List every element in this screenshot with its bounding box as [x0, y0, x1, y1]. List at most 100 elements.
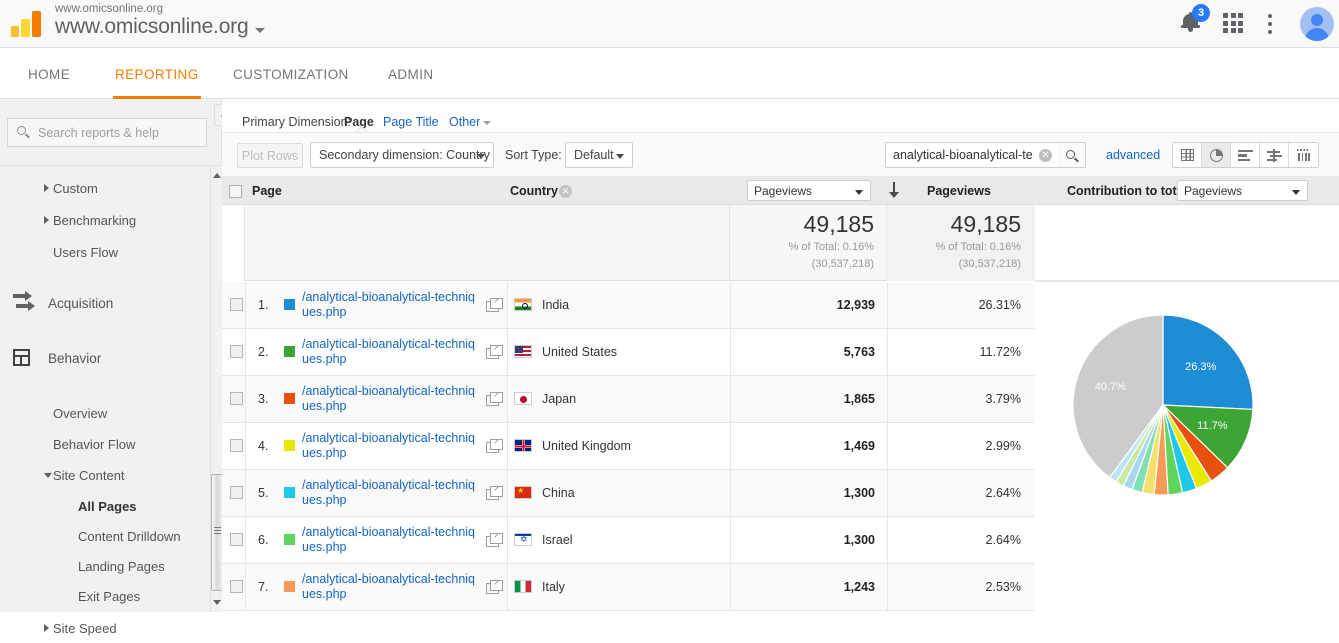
row-checkbox[interactable]: [230, 392, 243, 405]
contribution-metric-value: Pageviews: [1184, 184, 1243, 198]
row-checkbox[interactable]: [230, 580, 243, 593]
tab-admin[interactable]: ADMIN: [386, 48, 436, 99]
contribution-metric-dropdown[interactable]: Pageviews: [1177, 180, 1308, 201]
open-in-new-window-icon[interactable]: [486, 533, 503, 547]
more-options-icon[interactable]: [1268, 14, 1273, 34]
table-view-button[interactable]: [1173, 143, 1202, 167]
table-search-box[interactable]: ✕: [885, 142, 1058, 168]
secondary-dimension-dropdown[interactable]: Secondary dimension: Country: [310, 142, 494, 168]
sidebar-item-benchmarking[interactable]: Benchmarking: [0, 205, 208, 235]
page-path-link[interactable]: /analytical-bioanalytical-techniques.php: [302, 431, 480, 461]
sidebar-scroll-area: Custom Benchmarking Users Flow Acquisiti…: [0, 166, 222, 636]
primary-dimension-page-title[interactable]: Page Title: [383, 115, 439, 129]
sidebar-search[interactable]: [7, 118, 207, 147]
sidebar-item-overview[interactable]: Overview: [0, 398, 208, 428]
primary-dimension-other[interactable]: Other: [449, 115, 480, 129]
table-row[interactable]: 7. /analytical-bioanalytical-techniques.p…: [222, 564, 1035, 611]
tab-customization[interactable]: CUSTOMIZATION: [231, 48, 351, 99]
row-checkbox[interactable]: [230, 298, 243, 311]
behavior-icon: [13, 347, 35, 369]
table-search-input[interactable]: [886, 143, 1032, 167]
remove-secondary-dimension-icon[interactable]: ✕: [559, 185, 572, 198]
table-row[interactable]: 5. /analytical-bioanalytical-techniques.p…: [222, 470, 1035, 517]
apps-grid-icon[interactable]: [1223, 13, 1243, 33]
country-name: China: [542, 486, 575, 500]
page-path-link[interactable]: /analytical-bioanalytical-techniques.php: [302, 525, 480, 555]
plot-rows-button[interactable]: Plot Rows: [237, 143, 303, 168]
search-reports-input[interactable]: [7, 118, 207, 147]
sidebar-item-all-pages[interactable]: All Pages: [0, 491, 208, 521]
table-view-icon: [1181, 149, 1194, 161]
contribution-pct-value: 26.31%: [978, 298, 1021, 312]
table-row[interactable]: 1. /analytical-bioanalytical-techniques.p…: [222, 282, 1035, 329]
pageviews-value: 1,865: [843, 392, 875, 406]
sidebar-item-content-drilldown[interactable]: Content Drilldown: [0, 521, 208, 551]
notification-count-badge: 3: [1192, 4, 1210, 22]
chevron-down-icon[interactable]: [483, 121, 491, 125]
sidebar-item-exit-pages[interactable]: Exit Pages: [0, 581, 208, 611]
user-avatar[interactable]: [1300, 7, 1334, 41]
pie-chart-view-button[interactable]: [1202, 143, 1231, 167]
pageviews-value: 12,939: [836, 298, 875, 312]
search-icon: [1066, 150, 1075, 159]
chevron-down-icon[interactable]: [255, 28, 265, 33]
sidebar-item-site-content[interactable]: Site Content: [0, 460, 208, 490]
page-path-link[interactable]: /analytical-bioanalytical-techniques.php: [302, 478, 480, 508]
tab-home[interactable]: HOME: [26, 48, 72, 99]
column-header-country[interactable]: Country: [510, 184, 558, 198]
country-flag-icon: [514, 392, 532, 405]
sidebar-scrollbar[interactable]: [210, 166, 223, 612]
sort-descending-icon[interactable]: [888, 182, 900, 200]
scroll-down-arrow-icon[interactable]: [213, 600, 221, 605]
open-in-new-window-icon[interactable]: [486, 580, 503, 594]
tab-reporting[interactable]: REPORTING: [113, 48, 201, 99]
sidebar-item-users-flow[interactable]: Users Flow: [0, 237, 208, 267]
row-checkbox[interactable]: [230, 345, 243, 358]
table-row[interactable]: 2. /analytical-bioanalytical-techniques.p…: [222, 329, 1035, 376]
comparison-view-button[interactable]: [1260, 143, 1289, 167]
metric-selector-dropdown[interactable]: Pageviews: [747, 180, 871, 201]
table-row[interactable]: 3. /analytical-bioanalytical-techniques.p…: [222, 376, 1035, 423]
advanced-filter-link[interactable]: advanced: [1106, 148, 1160, 162]
account-title[interactable]: www.omicsonline.org: [55, 15, 249, 39]
open-in-new-window-icon[interactable]: [486, 392, 503, 406]
performance-view-button[interactable]: [1231, 143, 1260, 167]
pie-chart-svg: [1072, 314, 1254, 496]
sidebar-item-site-speed[interactable]: Site Speed: [0, 613, 208, 643]
row-checkbox[interactable]: [230, 486, 243, 499]
table-row[interactable]: 6. /analytical-bioanalytical-techniques.p…: [222, 517, 1035, 564]
row-checkbox[interactable]: [230, 533, 243, 546]
open-in-new-window-icon[interactable]: [486, 486, 503, 500]
country-name: India: [542, 298, 570, 312]
scroll-up-arrow-icon[interactable]: [213, 173, 221, 178]
column-header-pageviews[interactable]: Pageviews: [927, 184, 991, 198]
row-checkbox[interactable]: [230, 439, 243, 452]
country-flag-icon: [514, 345, 532, 358]
row-color-swatch: [284, 534, 295, 545]
sidebar-item-label: Exit Pages: [78, 588, 141, 604]
pivot-view-button[interactable]: [1289, 143, 1318, 167]
select-all-checkbox[interactable]: [229, 185, 242, 198]
open-in-new-window-icon[interactable]: [486, 298, 503, 312]
sidebar-item-behavior[interactable]: Behavior: [0, 343, 208, 373]
sort-type-dropdown[interactable]: Default: [565, 142, 633, 168]
sidebar: Custom Benchmarking Users Flow Acquisiti…: [0, 99, 223, 636]
column-header-page[interactable]: Page: [252, 184, 282, 198]
page-path-link[interactable]: /analytical-bioanalytical-techniques.php: [302, 290, 480, 320]
sidebar-item-custom[interactable]: Custom: [0, 173, 208, 203]
sidebar-item-label: Site Content: [53, 467, 125, 483]
row-index: 2.: [258, 345, 269, 359]
sidebar-item-behavior-flow[interactable]: Behavior Flow: [0, 429, 208, 459]
open-in-new-window-icon[interactable]: [486, 345, 503, 359]
table-search-button[interactable]: [1057, 142, 1086, 168]
table-row[interactable]: 4. /analytical-bioanalytical-techniques.p…: [222, 423, 1035, 470]
page-path-link[interactable]: /analytical-bioanalytical-techniques.php: [302, 337, 480, 367]
sidebar-item-landing-pages[interactable]: Landing Pages: [0, 551, 208, 581]
sidebar-item-acquisition[interactable]: Acquisition: [0, 288, 208, 318]
pie-chart[interactable]: 26.3% 11.7% 40.7%: [1072, 314, 1254, 496]
page-path-link[interactable]: /analytical-bioanalytical-techniques.php: [302, 572, 480, 602]
pie-slice[interactable]: [1162, 314, 1254, 411]
open-in-new-window-icon[interactable]: [486, 439, 503, 453]
page-path-link[interactable]: /analytical-bioanalytical-techniques.php: [302, 384, 480, 414]
clear-search-icon[interactable]: ✕: [1039, 149, 1052, 162]
